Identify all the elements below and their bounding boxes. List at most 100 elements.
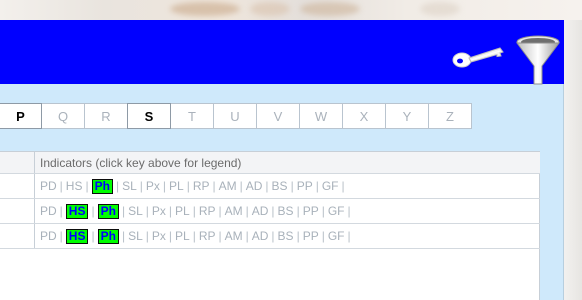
indicator-sl: SL [128, 204, 143, 218]
table-header-row: Indicators (click key above for legend) [0, 152, 540, 174]
indicator-separator: | [321, 229, 325, 243]
indicator-sl: SL [122, 179, 137, 193]
indicator-separator: | [59, 204, 63, 218]
indicator-rp: RP [198, 229, 216, 243]
indicator-separator: | [121, 204, 126, 218]
indicator-separator: | [315, 179, 319, 193]
letter-button-w[interactable]: W [299, 103, 343, 129]
indicator-am: AM [224, 229, 243, 243]
indicator-ad: AD [245, 179, 263, 193]
indicator-separator: | [265, 179, 269, 193]
letter-button-t[interactable]: T [170, 103, 214, 129]
funnel-filter-icon[interactable] [514, 34, 562, 86]
indicator-am: AM [224, 204, 243, 218]
indicator-separator: | [218, 204, 222, 218]
indicator-ph: Ph [97, 203, 119, 219]
indicator-hs: HS [65, 179, 83, 193]
indicator-pp: PP [302, 204, 319, 218]
indicator-separator: | [290, 179, 294, 193]
indicator-separator: | [347, 204, 351, 218]
indicator-separator: | [162, 179, 167, 193]
table-cell-left [0, 199, 35, 223]
indicator-px: Px [151, 229, 166, 243]
letter-button-p[interactable]: P [0, 103, 42, 129]
indicator-separator: | [218, 229, 222, 243]
indicator-pp: PP [302, 229, 319, 243]
indicators-cell: PD | HS | Ph | SL | Px | PL | RP | AM | AD | BS | PP | GF | [36, 174, 540, 198]
indicator-separator: | [91, 204, 95, 218]
table-cell-left [0, 174, 35, 198]
table-row: PD | HS | Ph | SL | Px | PL | RP | AM | AD | BS | PP | GF | [0, 174, 540, 199]
letter-button-s[interactable]: S [127, 103, 171, 129]
indicator-separator: | [341, 179, 345, 193]
letter-index-bar: PQRSTUVWXYZ [0, 103, 472, 129]
table-cell-left [0, 224, 35, 248]
indicator-gf: GF [327, 229, 345, 243]
indicator-pd: PD [40, 179, 57, 193]
indicator-am: AM [218, 179, 237, 193]
indicators-column-header: Indicators (click key above for legend) [40, 155, 242, 170]
table-header-cell-left [0, 152, 35, 173]
indicator-pd: PD [40, 229, 57, 243]
indicator-pd: PD [40, 204, 57, 218]
indicator-px: Px [145, 179, 160, 193]
letter-button-z[interactable]: Z [428, 103, 472, 129]
indicator-separator: | [59, 179, 63, 193]
indicator-separator: | [239, 179, 243, 193]
indicator-separator: | [186, 179, 190, 193]
indicator-separator: | [245, 204, 249, 218]
background-photo-strip [0, 0, 582, 20]
indicator-separator: | [192, 229, 196, 243]
indicator-rp: RP [192, 179, 210, 193]
indicator-separator: | [115, 179, 120, 193]
indicator-separator: | [296, 204, 300, 218]
indicator-ad: AD [251, 229, 269, 243]
indicator-separator: | [59, 229, 63, 243]
indicator-separator: | [212, 179, 216, 193]
indicator-ph: Ph [91, 178, 113, 194]
indicator-pl: PL [175, 204, 190, 218]
letter-button-y[interactable]: Y [385, 103, 429, 129]
indicator-separator: | [347, 229, 351, 243]
indicators-table: Indicators (click key above for legend) … [0, 151, 540, 300]
indicator-bs: BS [271, 179, 288, 193]
letter-button-r[interactable]: R [84, 103, 128, 129]
window-frame-right [564, 20, 582, 300]
letter-button-q[interactable]: Q [41, 103, 85, 129]
indicator-separator: | [91, 229, 95, 243]
indicator-rp: RP [198, 204, 216, 218]
indicator-pl: PL [175, 229, 190, 243]
letter-button-u[interactable]: U [213, 103, 257, 129]
main-panel: PQRSTUVWXYZ Indicators (click key above … [0, 20, 564, 300]
indicator-separator: | [321, 204, 325, 218]
indicator-ad: AD [251, 204, 269, 218]
indicator-hs: HS [65, 228, 89, 244]
key-icon[interactable] [450, 44, 510, 72]
indicators-cell: PD | HS | Ph | SL | Px | PL | RP | AM | AD | BS | PP | GF | [36, 199, 540, 223]
letter-button-v[interactable]: V [256, 103, 300, 129]
indicator-separator: | [271, 204, 275, 218]
header-bar [0, 20, 564, 86]
indicator-separator: | [145, 229, 149, 243]
indicator-bs: BS [277, 204, 294, 218]
indicator-gf: GF [321, 179, 339, 193]
indicators-cell: PD | HS | Ph | SL | Px | PL | RP | AM | AD | BS | PP | GF | [36, 224, 540, 248]
indicator-separator: | [145, 204, 149, 218]
indicator-separator: | [245, 229, 249, 243]
indicator-separator: | [85, 179, 89, 193]
indicator-ph: Ph [97, 228, 119, 244]
indicator-separator: | [296, 229, 300, 243]
indicator-sl: SL [128, 229, 143, 243]
table-row: PD | HS | Ph | SL | Px | PL | RP | AM | AD | BS | PP | GF | [0, 224, 540, 249]
indicator-pl: PL [169, 179, 184, 193]
indicator-gf: GF [327, 204, 345, 218]
indicator-separator: | [271, 229, 275, 243]
indicator-bs: BS [277, 229, 294, 243]
letter-button-x[interactable]: X [342, 103, 386, 129]
table-row: PD | HS | Ph | SL | Px | PL | RP | AM | AD | BS | PP | GF | [0, 199, 540, 224]
indicator-separator: | [139, 179, 143, 193]
indicator-pp: PP [296, 179, 313, 193]
indicator-hs: HS [65, 203, 89, 219]
indicator-separator: | [168, 229, 173, 243]
indicator-separator: | [168, 204, 173, 218]
